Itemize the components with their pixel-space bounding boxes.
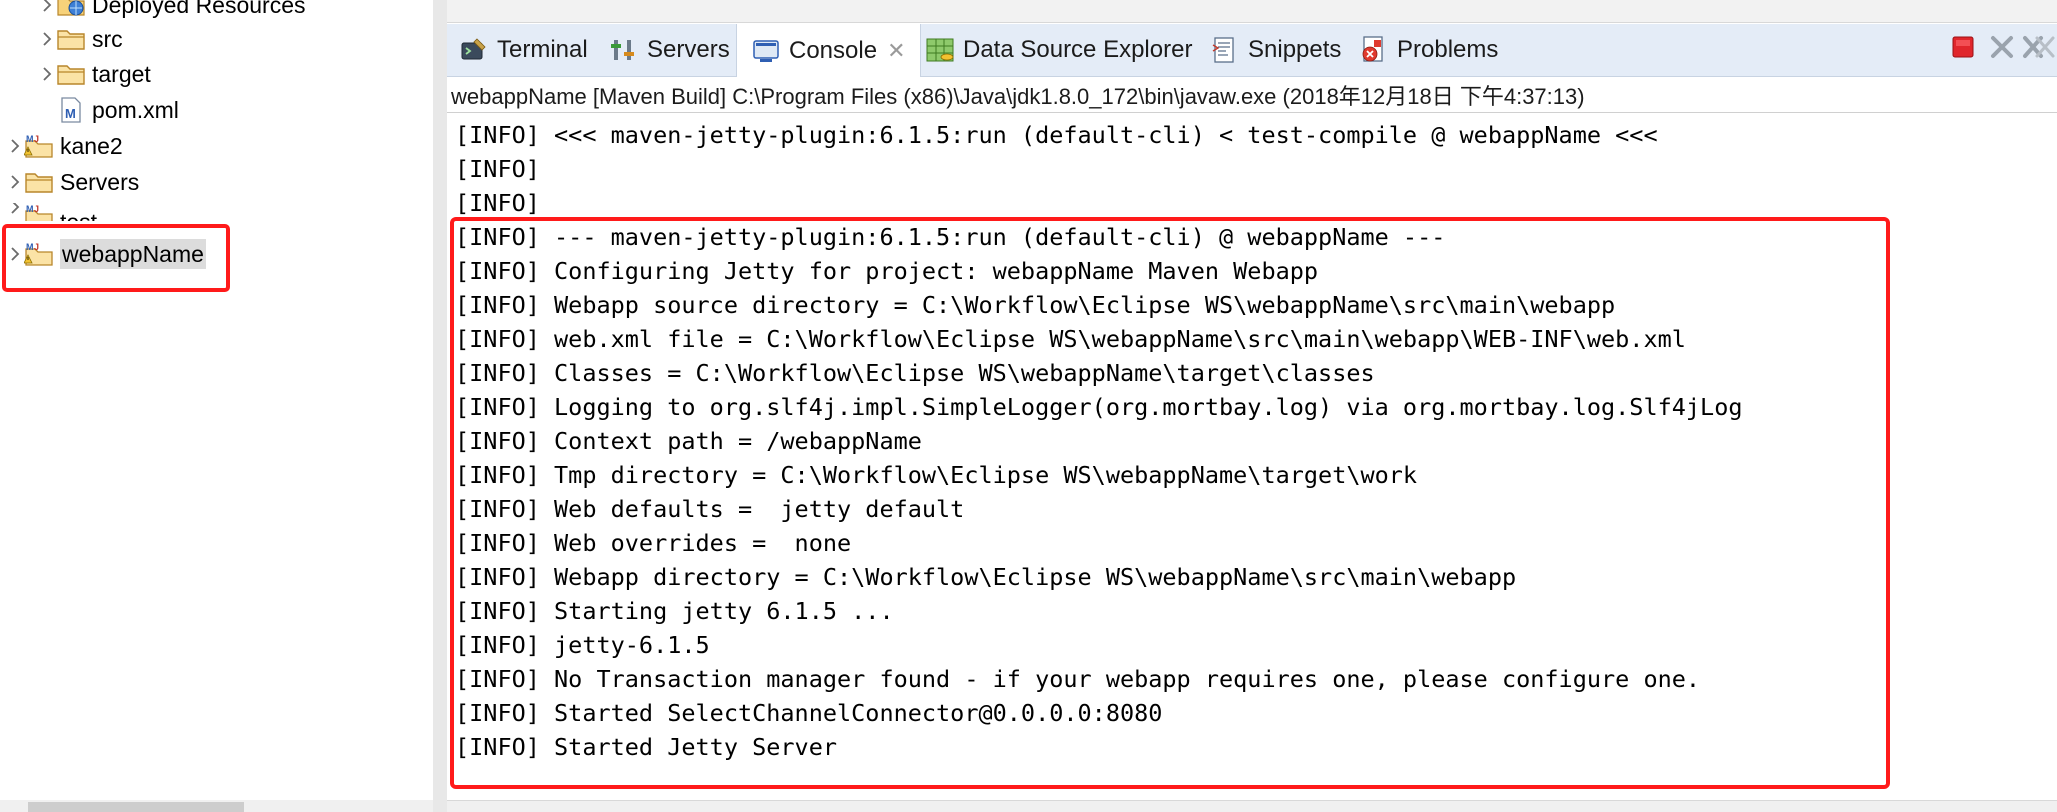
chevron-right-icon[interactable] xyxy=(6,167,24,197)
tree-item-target[interactable]: target xyxy=(38,59,151,89)
chevron-right-icon[interactable] xyxy=(6,131,24,161)
folder-icon xyxy=(56,61,86,87)
tree-item-label: test xyxy=(60,207,97,221)
console-line: [INFO] xyxy=(455,189,540,217)
console-horizontal-scrollbar[interactable] xyxy=(447,800,2057,812)
folder-icon xyxy=(56,26,86,52)
svg-text:M: M xyxy=(26,204,34,214)
console-line: [INFO] xyxy=(455,155,540,183)
terminate-icon[interactable] xyxy=(1948,32,1978,62)
tree-item-kane2[interactable]: M J kane2 xyxy=(6,131,123,161)
tab-label: Problems xyxy=(1397,36,1499,63)
eclipse-window: Deployed Resources src target M pom.xml … xyxy=(0,0,2057,812)
svg-text:M: M xyxy=(26,134,34,144)
snippets-icon xyxy=(1210,35,1240,65)
deployed-resources-icon xyxy=(56,0,86,18)
tab-label: Terminal xyxy=(497,36,588,63)
chevron-right-icon[interactable] xyxy=(38,24,56,54)
maven-project-icon: M J xyxy=(24,203,54,221)
console-highlight-box xyxy=(450,217,1890,789)
maven-pom-file-icon: M xyxy=(56,97,86,123)
tab-snippets[interactable]: Snippets xyxy=(1210,24,1341,76)
remove-all-terminated-icon[interactable] xyxy=(2021,32,2055,62)
tab-console[interactable]: Console ✕ xyxy=(736,24,921,77)
view-tab-bar: Terminal Servers Console ✕ Data Source E… xyxy=(447,24,2057,77)
svg-text:J: J xyxy=(34,204,39,214)
svg-text:J: J xyxy=(34,134,39,144)
problems-icon xyxy=(1359,35,1389,65)
folder-icon xyxy=(24,169,54,195)
console-launch-description: webappName [Maven Build] C:\Program File… xyxy=(451,84,1585,109)
tree-item-pom-xml[interactable]: M pom.xml xyxy=(56,95,179,125)
tab-label: Snippets xyxy=(1248,36,1342,63)
chevron-right-icon[interactable] xyxy=(6,203,24,221)
tree-item-label: Deployed Resources xyxy=(92,0,306,18)
tab-label: Console xyxy=(789,36,878,64)
tab-servers[interactable]: Servers xyxy=(609,24,730,76)
tree-item-label: kane2 xyxy=(60,133,123,159)
svg-text:M: M xyxy=(65,106,76,121)
scrollbar-thumb[interactable] xyxy=(28,802,244,812)
tab-label: Data Source Explorer xyxy=(963,36,1193,63)
tab-label: Servers xyxy=(647,36,730,63)
maven-project-icon: M J xyxy=(23,133,54,159)
chevron-right-icon[interactable] xyxy=(38,59,56,89)
view-splitter[interactable] xyxy=(433,0,447,812)
chevron-right-icon[interactable] xyxy=(38,0,56,20)
data-source-icon xyxy=(925,35,955,65)
terminal-icon xyxy=(459,35,489,65)
console-line: [INFO] <<< maven-jetty-plugin:6.1.5:run … xyxy=(455,121,1658,149)
console-icon xyxy=(751,36,781,66)
tab-data-source-explorer[interactable]: Data Source Explorer xyxy=(925,24,1192,76)
tree-item-src[interactable]: src xyxy=(38,24,123,54)
divider xyxy=(447,112,2057,113)
tree-item-servers[interactable]: Servers xyxy=(6,167,139,197)
servers-icon xyxy=(609,35,639,65)
tree-item-label: target xyxy=(92,61,151,87)
tree-item-label: Servers xyxy=(60,169,140,195)
tree-item-label: src xyxy=(92,26,123,52)
remove-launch-icon[interactable] xyxy=(1987,32,2017,62)
project-explorer: Deployed Resources src target M pom.xml … xyxy=(0,0,433,812)
selection-highlight-box xyxy=(2,224,230,292)
tree-item-label: pom.xml xyxy=(92,97,179,123)
tree-item-test[interactable]: M J test xyxy=(6,203,97,221)
close-icon[interactable]: ✕ xyxy=(887,38,905,64)
tree-item-deployed-resources[interactable]: Deployed Resources xyxy=(38,0,306,20)
editor-area-edge xyxy=(447,0,2057,23)
tab-problems[interactable]: Problems xyxy=(1359,24,1498,76)
tab-terminal[interactable]: Terminal xyxy=(459,24,588,76)
explorer-horizontal-scrollbar[interactable] xyxy=(0,800,433,812)
